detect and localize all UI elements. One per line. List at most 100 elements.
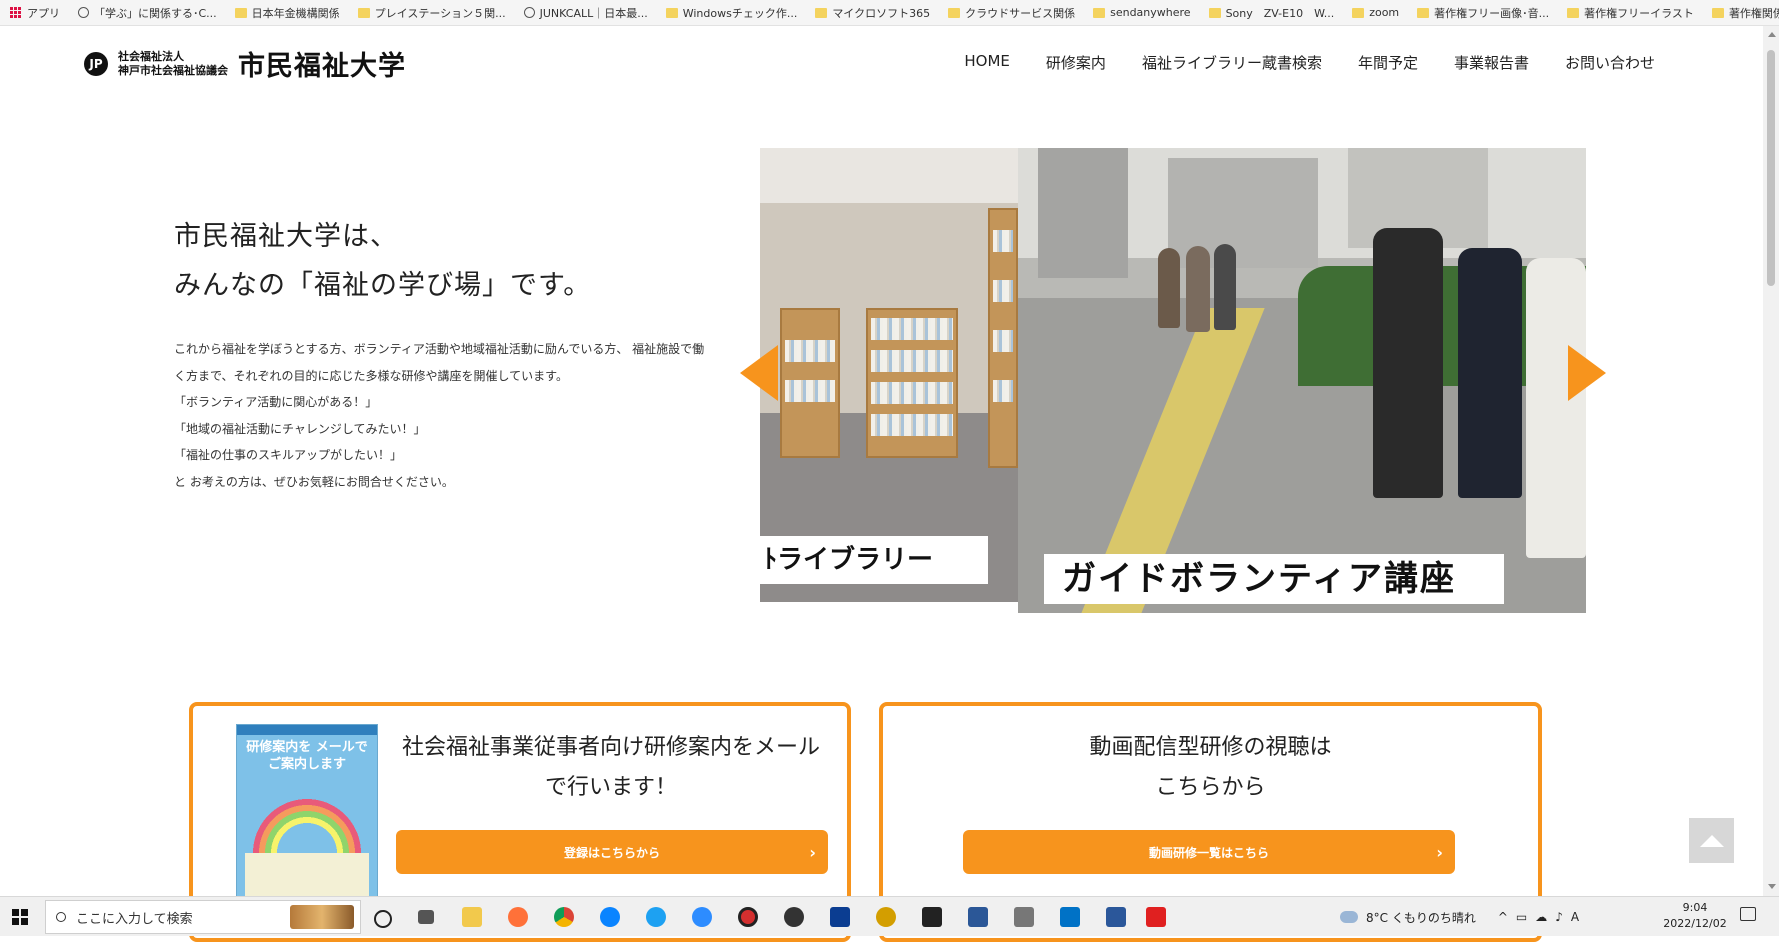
slider-prev-arrow-icon[interactable]: [740, 345, 778, 401]
taskbar-search-input[interactable]: ここに入力して検索: [45, 900, 361, 934]
zoom-icon[interactable]: [692, 907, 712, 927]
person-figure: [1214, 244, 1236, 330]
hero-title-line1: 市民福祉大学は、: [174, 221, 398, 252]
hero-description: これから福祉を学ぼうとする方、ボランティア活動や地域福祉活動に励んでいる方、 福…: [174, 336, 714, 495]
bookshelf: [866, 308, 958, 458]
windows-start-icon[interactable]: [12, 909, 28, 925]
logo-line2: 神戸市社会福祉協議会: [118, 63, 228, 77]
word-icon[interactable]: [1106, 907, 1126, 927]
nav-contact[interactable]: お問い合わせ: [1565, 52, 1655, 73]
weather-icon: [1340, 911, 1358, 923]
bookmark-item[interactable]: プレイステーション５関...: [357, 5, 506, 21]
acrobat-icon[interactable]: [1146, 907, 1166, 927]
apps-grid-icon: [10, 6, 22, 19]
bookmark-item[interactable]: zoom: [1352, 6, 1399, 19]
system-tray: 8°C くもりのち晴れ ^ ▭ ☁ ♪ A: [1340, 897, 1579, 937]
bookmark-label: 「学ぶ」に関係する･C...: [94, 6, 217, 20]
chevron-right-icon: ›: [1436, 842, 1443, 862]
page-scrollbar[interactable]: [1763, 26, 1779, 896]
poster-title: 研修案内を メールでご案内します: [246, 740, 368, 772]
arrow-up-icon: [1699, 834, 1724, 847]
bookmark-item[interactable]: 著作権関係: [1711, 5, 1779, 21]
video-list-button[interactable]: 動画研修一覧はこちら ›: [963, 830, 1455, 874]
task-view-icon[interactable]: [418, 910, 434, 924]
register-button-label: 登録はこちらから: [563, 845, 660, 860]
register-button[interactable]: 登録はこちらから ›: [396, 830, 828, 874]
bookmark-label: クラウドサービス関係: [965, 6, 1076, 20]
main-nav: HOME 研修案内 福祉ライブラリー蔵書検索 年間予定 事業報告書 お問い合わせ: [964, 52, 1655, 73]
nav-home[interactable]: HOME: [964, 52, 1010, 73]
volume-icon[interactable]: ♪: [1555, 910, 1563, 924]
site-logo[interactable]: JP 社会福祉法人 神戸市社会福祉協議会 市民福祉大学: [84, 44, 406, 83]
bookmark-item[interactable]: sendanywhere: [1093, 6, 1191, 19]
bookmark-item[interactable]: 日本年金機構関係: [234, 5, 340, 21]
skype-icon[interactable]: [600, 907, 620, 927]
hero-body-line: 「地域の福祉活動にチャレンジしてみたい！」: [174, 421, 426, 436]
bookmark-item[interactable]: 著作権フリー画像･音...: [1417, 5, 1549, 21]
bookmark-item[interactable]: Windowsチェック作...: [665, 5, 797, 21]
firefox-icon[interactable]: [508, 907, 528, 927]
windows-taskbar: ここに入力して検索 8°C くもりのち晴れ ^ ▭ ☁ ♪ A 9:04 202…: [0, 896, 1779, 936]
person-figure: [1158, 248, 1180, 328]
bookmark-label: Sony ZV-E10 W...: [1225, 6, 1335, 20]
bookmark-item[interactable]: クラウドサービス関係: [948, 5, 1075, 21]
taskbar-clock[interactable]: 9:04 2022/12/02: [1660, 900, 1730, 932]
app-icon[interactable]: [830, 907, 850, 927]
folder-icon: [1093, 7, 1106, 18]
nav-library-search[interactable]: 福祉ライブラリー蔵書検索: [1142, 52, 1322, 73]
app-icon[interactable]: [876, 907, 896, 927]
network-icon[interactable]: ▭: [1516, 910, 1527, 924]
file-explorer-icon[interactable]: [462, 907, 482, 927]
bookmark-label: JUNKCALL｜日本最...: [539, 6, 648, 20]
bookmark-item[interactable]: JUNKCALL｜日本最...: [523, 5, 648, 21]
hero-body-line: これから福祉を学ぼうとする方、ボランティア活動や地域福祉活動に励んでいる方、 福…: [174, 342, 705, 356]
video-training-title-line2: こちらから: [1155, 775, 1266, 800]
outlook-icon[interactable]: [1060, 907, 1080, 927]
record-icon[interactable]: [738, 907, 758, 927]
bookmark-item[interactable]: マイクロソフト365: [815, 5, 930, 21]
taskbar-search-placeholder: ここに入力して検索: [76, 911, 193, 927]
ime-indicator[interactable]: A: [1571, 910, 1579, 924]
bookshelf: [780, 308, 840, 458]
chrome-icon[interactable]: [554, 907, 574, 927]
email-training-title: 社会福祉事業従事者向け研修案内をメールで行います！: [401, 735, 820, 800]
bookmark-item[interactable]: 著作権フリーイラスト: [1567, 5, 1694, 21]
bookmark-item[interactable]: 「学ぶ」に関係する･C...: [78, 5, 217, 21]
video-training-title-line1: 動画配信型研修の視聴は: [1089, 735, 1332, 760]
app-icon[interactable]: [784, 907, 804, 927]
app-icon[interactable]: [968, 907, 988, 927]
nav-annual-schedule[interactable]: 年間予定: [1358, 52, 1418, 73]
search-icon: [56, 912, 66, 922]
logo-name: 市民福祉大学: [238, 51, 406, 82]
site-icon: [523, 7, 535, 18]
logo-mark-icon: JP: [84, 51, 108, 76]
folder-icon: [1352, 7, 1365, 18]
nav-training[interactable]: 研修案内: [1046, 52, 1106, 73]
bookmark-label: アプリ: [27, 6, 60, 20]
scroll-down-icon[interactable]: [1768, 884, 1776, 889]
scroll-thumb[interactable]: [1767, 50, 1775, 286]
slide-caption-library: ﾄライブラリー: [760, 536, 988, 584]
rainbow-icon: [247, 793, 367, 853]
chevron-up-icon[interactable]: ^: [1498, 910, 1508, 924]
slider-next-arrow-icon[interactable]: [1568, 345, 1606, 401]
edge-icon[interactable]: [646, 907, 666, 927]
app-icon[interactable]: [922, 907, 942, 927]
slide-guide-volunteer-image[interactable]: ガイドボランティア講座: [1018, 148, 1586, 613]
back-to-top-button[interactable]: [1689, 818, 1734, 863]
nav-business-report[interactable]: 事業報告書: [1454, 52, 1529, 73]
bookshelf: [988, 208, 1018, 468]
hero-title-line2: みんなの「福祉の学び場」です。: [174, 270, 592, 301]
bookmark-label: プレイステーション５関...: [374, 6, 506, 20]
camera-icon[interactable]: [1014, 907, 1034, 927]
notification-icon[interactable]: [1740, 907, 1756, 921]
onedrive-icon[interactable]: ☁: [1535, 910, 1547, 924]
scroll-up-icon[interactable]: [1768, 32, 1776, 37]
weather-text[interactable]: 8°C くもりのち晴れ: [1366, 909, 1476, 926]
bookmark-label: zoom: [1369, 6, 1400, 19]
cortana-icon[interactable]: [374, 910, 392, 928]
person-figure: [1458, 248, 1522, 498]
bookmark-item[interactable]: Sony ZV-E10 W...: [1208, 5, 1335, 21]
slide-library-image[interactable]: ﾄライブラリー: [760, 148, 1018, 602]
bookmark-item[interactable]: アプリ: [10, 5, 60, 21]
